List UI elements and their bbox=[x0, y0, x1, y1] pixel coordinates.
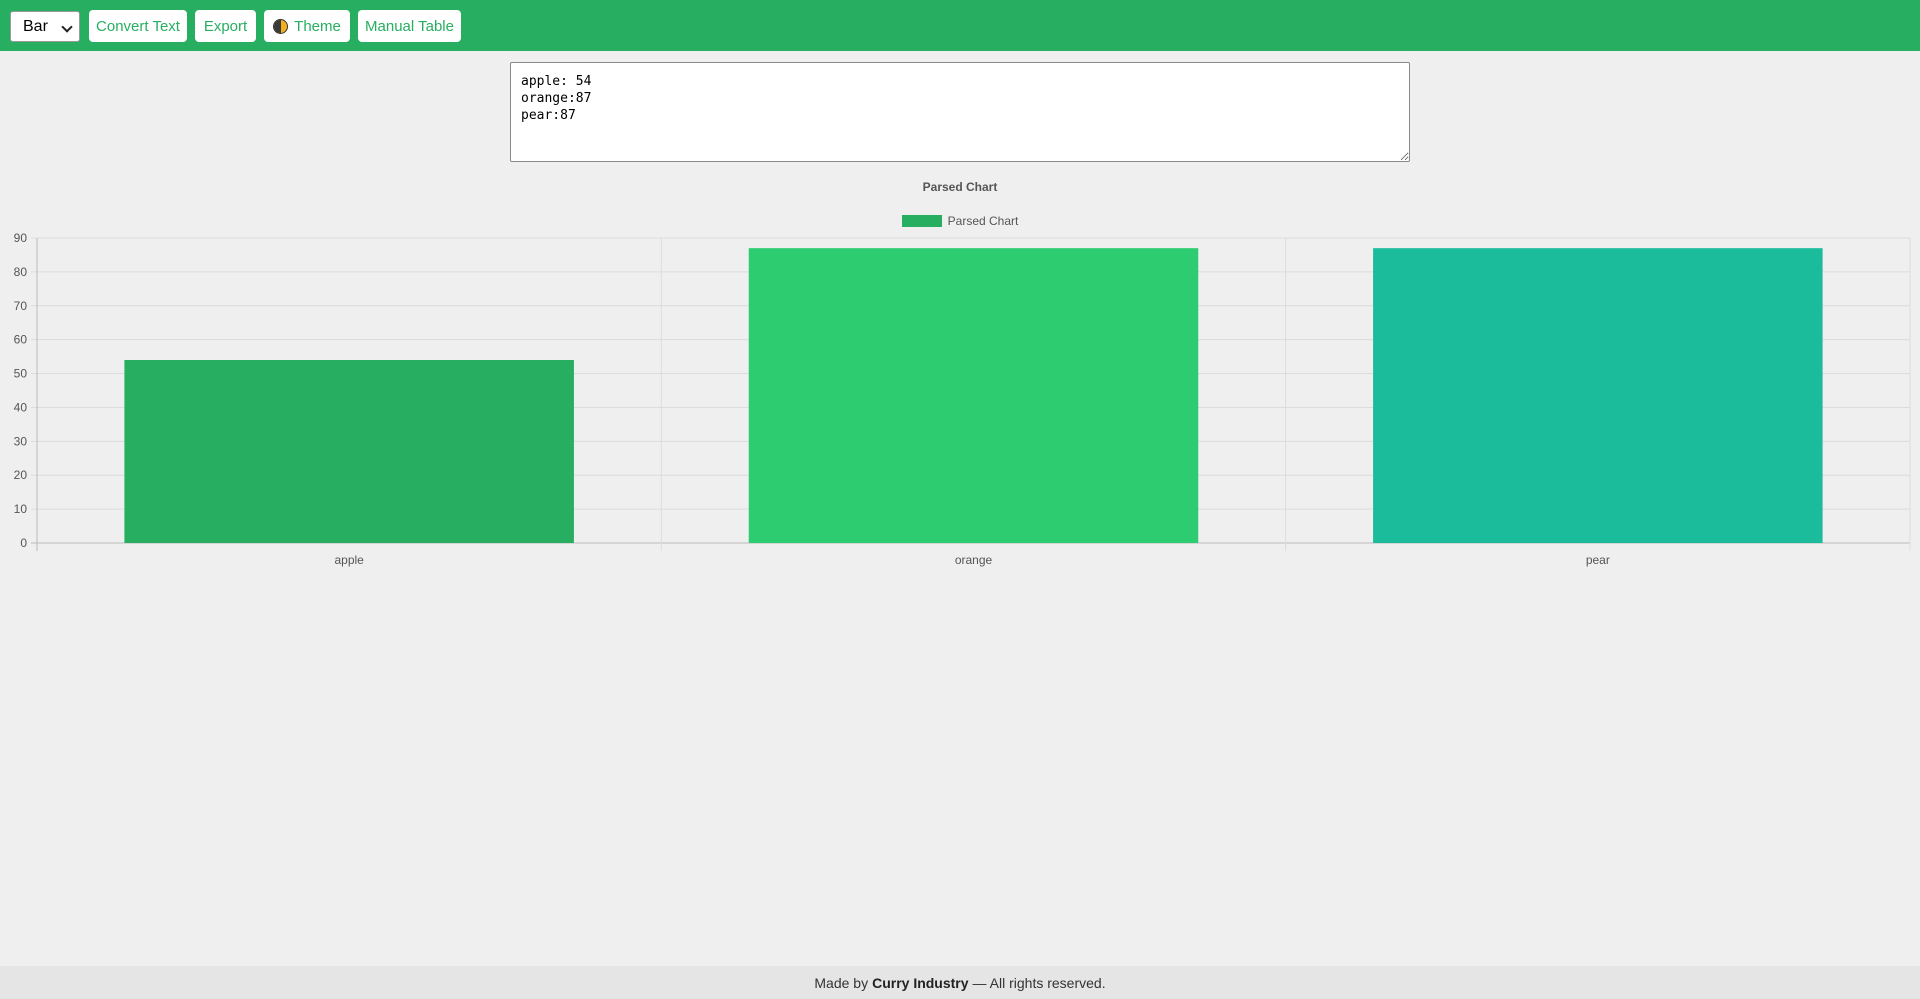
y-tick-label: 40 bbox=[14, 400, 28, 414]
chart-type-select[interactable]: Bar bbox=[10, 11, 80, 42]
export-label: Export bbox=[203, 17, 248, 35]
y-tick-label: 0 bbox=[20, 536, 27, 550]
bar-chart: 0 10 20 30 40 50 60 70 80 90 apple orange pear bbox=[14, 231, 1911, 567]
chart-title: Parsed Chart bbox=[922, 180, 998, 194]
bar-apple bbox=[124, 360, 574, 543]
toolbar: Bar Convert Text Export Theme Manual Tab… bbox=[0, 0, 1920, 51]
x-tick-label: apple bbox=[334, 553, 364, 567]
y-tick-label: 90 bbox=[14, 231, 28, 245]
footer-prefix: Made by bbox=[814, 974, 869, 991]
manual-table-label: Manual Table bbox=[365, 17, 454, 35]
footer-company: Curry Industry bbox=[872, 974, 969, 991]
legend-swatch bbox=[901, 215, 942, 227]
theme-button[interactable]: Theme bbox=[264, 10, 350, 42]
y-tick-label: 50 bbox=[14, 367, 28, 381]
y-tick-label: 30 bbox=[14, 434, 28, 448]
chevron-down-icon bbox=[61, 21, 73, 33]
manual-table-button[interactable]: Manual Table bbox=[358, 10, 461, 42]
chart-type-selected: Bar bbox=[23, 17, 48, 35]
y-tick-label: 70 bbox=[14, 299, 28, 313]
y-tick-label: 60 bbox=[14, 333, 28, 347]
convert-text-button[interactable]: Convert Text bbox=[89, 10, 187, 42]
export-button[interactable]: Export bbox=[195, 10, 256, 42]
x-tick-label: orange bbox=[955, 553, 993, 567]
y-tick-label: 10 bbox=[14, 502, 28, 516]
theme-label: Theme bbox=[294, 17, 341, 35]
bar-pear bbox=[1373, 248, 1823, 543]
theme-icon bbox=[273, 18, 289, 34]
legend-label: Parsed Chart bbox=[947, 214, 1019, 228]
y-tick-label: 80 bbox=[14, 265, 28, 279]
footer: Made by Curry Industry — All rights rese… bbox=[0, 966, 1920, 999]
y-tick-label: 20 bbox=[14, 468, 28, 482]
x-tick-label: pear bbox=[1586, 553, 1610, 567]
footer-suffix: — All rights reserved. bbox=[972, 974, 1106, 991]
convert-text-label: Convert Text bbox=[96, 17, 180, 35]
bar-orange bbox=[748, 248, 1199, 543]
data-text-input[interactable]: apple: 54 orange:87 pear:87 bbox=[510, 62, 1410, 162]
chart-legend[interactable]: Parsed Chart bbox=[0, 214, 1920, 228]
